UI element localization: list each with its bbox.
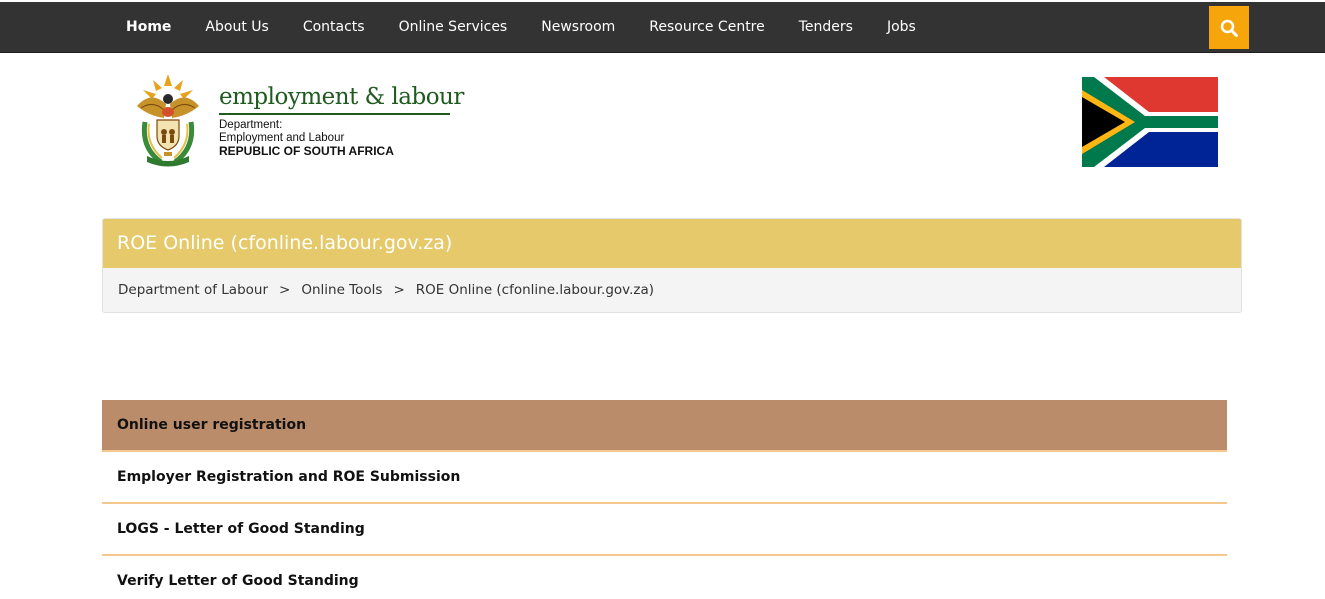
brand-line-country: REPUBLIC OF SOUTH AFRICA — [219, 144, 394, 158]
breadcrumb-separator: > — [279, 282, 291, 298]
nav-newsroom[interactable]: Newsroom — [524, 2, 632, 53]
brand-name: employment & labour — [219, 84, 464, 110]
brand-line-department: Department: — [219, 119, 283, 131]
breadcrumb-item-department[interactable]: Department of Labour — [118, 282, 268, 298]
coat-of-arms-icon — [137, 74, 199, 167]
link-online-user-registration[interactable]: Online user registration — [102, 400, 1227, 452]
page-title: ROE Online (cfonline.labour.gov.za) — [103, 219, 1241, 268]
nav-tenders[interactable]: Tenders — [782, 2, 870, 53]
south-africa-flag-icon — [1082, 77, 1218, 167]
nav-contacts[interactable]: Contacts — [286, 2, 382, 53]
nav-online-services[interactable]: Online Services — [382, 2, 525, 53]
breadcrumb-item-online-tools[interactable]: Online Tools — [301, 282, 382, 298]
breadcrumb: Department of Labour > Online Tools > RO… — [103, 268, 1241, 312]
breadcrumb-separator: > — [393, 282, 405, 298]
link-employer-registration[interactable]: Employer Registration and ROE Submission — [102, 452, 1227, 504]
link-logs[interactable]: LOGS - Letter of Good Standing — [102, 504, 1227, 556]
breadcrumb-item-current: ROE Online (cfonline.labour.gov.za) — [415, 282, 655, 298]
brand-divider — [219, 113, 450, 115]
nav-resource-centre[interactable]: Resource Centre — [632, 2, 781, 53]
search-icon — [1220, 19, 1238, 37]
online-tools-list: Online user registration Employer Regist… — [102, 400, 1227, 599]
main-nav: Home About Us Contacts Online Services N… — [109, 2, 933, 53]
nav-about-us[interactable]: About Us — [188, 2, 285, 53]
brand-text: employment & labour Department: Employme… — [219, 82, 464, 158]
page-header: ROE Online (cfonline.labour.gov.za) Depa… — [102, 218, 1242, 313]
nav-jobs[interactable]: Jobs — [870, 2, 933, 53]
nav-home[interactable]: Home — [109, 2, 188, 53]
search-button[interactable] — [1209, 6, 1249, 49]
top-navigation-bar: Home About Us Contacts Online Services N… — [0, 2, 1325, 53]
link-verify-logs[interactable]: Verify Letter of Good Standing — [102, 556, 1227, 599]
